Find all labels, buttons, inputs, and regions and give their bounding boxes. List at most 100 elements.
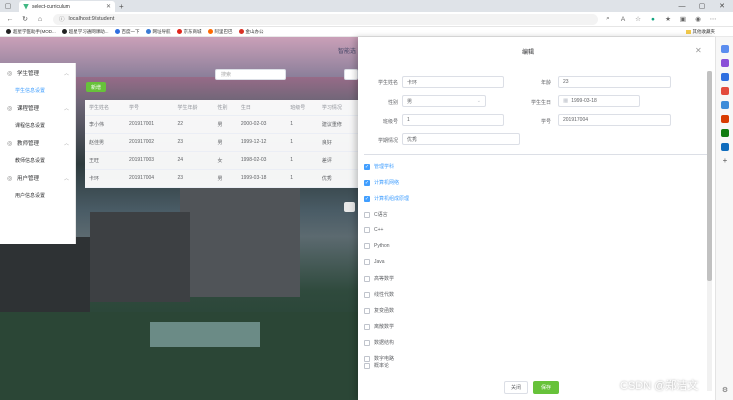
course-checkbox[interactable]: 复变函数 bbox=[364, 307, 394, 314]
table-cell: 23 bbox=[173, 133, 214, 152]
search-page-icon[interactable]: ⌕ bbox=[603, 15, 613, 23]
favorites-icon[interactable]: ★ bbox=[663, 15, 673, 23]
window-close-button[interactable]: ✕ bbox=[712, 0, 732, 12]
search-icon[interactable] bbox=[721, 45, 729, 53]
minimize-button[interactable]: — bbox=[672, 0, 692, 12]
course-checkbox[interactable]: 离散数学 bbox=[364, 323, 394, 330]
checkbox-icon bbox=[364, 362, 370, 369]
home-icon[interactable]: ⌂ bbox=[35, 16, 45, 23]
table-row[interactable]: 李小伟 201917001 22 男 2000-02-03 1 建议重修 bbox=[85, 115, 358, 134]
back-icon[interactable]: ← bbox=[5, 16, 15, 23]
name-label: 学生姓名 bbox=[377, 80, 398, 86]
horizontal-scroll-handle[interactable] bbox=[344, 202, 355, 212]
course-checkbox[interactable]: 线性代数 bbox=[364, 291, 394, 298]
course-checkbox[interactable]: ✓ 计算机网络 bbox=[364, 179, 399, 186]
add-button[interactable]: 新增 bbox=[86, 82, 106, 92]
chevron-up-icon: ︿ bbox=[63, 70, 69, 77]
study-field[interactable]: 优秀 bbox=[402, 133, 520, 145]
menu-group-user[interactable]: ◎ 用户管理 ︿ bbox=[0, 172, 75, 184]
menu-item-teacher-info[interactable]: 教师信息设置 bbox=[0, 149, 75, 172]
send-icon[interactable] bbox=[721, 143, 729, 151]
course-checkbox[interactable]: C++ bbox=[364, 227, 383, 233]
course-checkbox[interactable]: 数字电路 bbox=[364, 355, 394, 362]
cancel-button[interactable]: 关闭 bbox=[504, 381, 528, 394]
checkbox-checked-icon: ✓ bbox=[364, 163, 370, 170]
games-icon[interactable] bbox=[721, 101, 729, 109]
extension-icon[interactable]: ● bbox=[648, 16, 658, 23]
browser-tab[interactable]: select-curriculum ✕ bbox=[19, 1, 115, 12]
bookmark-item[interactable]: 阿里巴巴 bbox=[207, 29, 233, 35]
birthday-value: 1999-03-18 bbox=[571, 98, 597, 104]
bookmark-item[interactable]: 京东商城 bbox=[176, 29, 202, 35]
url-field[interactable]: ⓘ localhost:9/student bbox=[53, 13, 598, 25]
drawer-title: 编辑 bbox=[521, 50, 534, 56]
checkbox-checked-icon: ✓ bbox=[364, 179, 370, 186]
browser-tab-bar: ▢ select-curriculum ✕ + — ▢ ✕ bbox=[0, 0, 733, 12]
settings-more-icon[interactable]: ⋯ bbox=[708, 15, 718, 23]
course-checkbox[interactable]: 高等数学 bbox=[364, 275, 394, 282]
refresh-icon[interactable]: ↻ bbox=[20, 15, 30, 23]
menu-item-course-info[interactable]: 课程信息设置 bbox=[0, 114, 75, 137]
add-icon[interactable]: + bbox=[721, 157, 729, 165]
course-checkbox[interactable]: Python bbox=[364, 243, 390, 249]
course-checkbox[interactable]: C语言 bbox=[364, 211, 388, 218]
course-checkbox[interactable]: 概率论 bbox=[364, 362, 389, 369]
gender-select[interactable]: 男 ⌄ bbox=[402, 95, 486, 107]
bookmark-item[interactable]: 网址导航 bbox=[145, 29, 171, 35]
favorite-star-icon[interactable]: ☆ bbox=[633, 15, 643, 23]
chevron-up-icon: ︿ bbox=[63, 105, 69, 112]
table-cell: 男 bbox=[213, 133, 237, 152]
sid-field[interactable]: 201917004 bbox=[558, 114, 671, 126]
search-input[interactable]: 搜索 bbox=[215, 69, 286, 80]
name-field[interactable]: 卡环 bbox=[402, 76, 504, 88]
table-row[interactable]: 卡环 201917004 23 男 1999-03-18 1 优秀 bbox=[85, 169, 358, 188]
menu-item-student-info[interactable]: 学生信息设置 bbox=[0, 79, 75, 102]
bookmark-item[interactable]: 超星学习通网课助... bbox=[61, 29, 109, 35]
table-cell: 赵佳男 bbox=[85, 133, 126, 152]
checkbox-icon bbox=[364, 355, 370, 362]
table-row[interactable]: 王旺 201917003 24 女 1998-02-03 1 差评 bbox=[85, 151, 358, 170]
drawer-close-icon[interactable]: ✕ bbox=[695, 46, 702, 55]
bookmark-item[interactable]: 金山办公 bbox=[238, 29, 264, 35]
table-cell: 24 bbox=[173, 151, 214, 170]
tab-close-icon[interactable]: ✕ bbox=[106, 3, 111, 10]
course-checkbox[interactable]: Java bbox=[364, 259, 385, 265]
menu-item-user-info[interactable]: 用户信息设置 bbox=[0, 184, 75, 207]
other-bookmarks[interactable]: 其他收藏夹 bbox=[685, 29, 715, 35]
table-cell: 差评 bbox=[317, 151, 358, 170]
bookmark-item[interactable]: 百度一下 bbox=[114, 29, 140, 35]
search-button[interactable] bbox=[344, 69, 358, 80]
info-icon: ⓘ bbox=[59, 17, 65, 23]
course-checkbox[interactable]: 数据结构 bbox=[364, 339, 394, 346]
menu-group-student[interactable]: ◎ 学生管理 ︿ bbox=[0, 67, 75, 79]
tab-title: select-curriculum bbox=[32, 3, 70, 10]
profile-icon[interactable]: ◉ bbox=[693, 15, 703, 23]
bookmark-item[interactable]: 超星学医助手(MOD... bbox=[6, 29, 56, 35]
save-button[interactable]: 保存 bbox=[533, 381, 559, 394]
new-tab-button[interactable]: + bbox=[119, 2, 124, 11]
table-cell: 女 bbox=[213, 151, 237, 170]
class-label: 班级号 bbox=[382, 119, 398, 125]
shopping-icon[interactable] bbox=[721, 73, 729, 81]
copilot-icon[interactable] bbox=[721, 59, 729, 67]
scrollbar-thumb[interactable] bbox=[707, 71, 712, 281]
course-checkbox[interactable]: ✓ 计算机组成原理 bbox=[364, 195, 409, 202]
office-icon[interactable] bbox=[721, 115, 729, 123]
class-field[interactable]: 1 bbox=[402, 114, 504, 126]
outlook-icon[interactable] bbox=[721, 129, 729, 137]
birthday-picker[interactable]: ▦ 1999-03-18 bbox=[558, 95, 640, 107]
settings-gear-icon[interactable]: ⚙ bbox=[721, 387, 729, 395]
menu-group-teacher[interactable]: ◎ 教师管理 ︿ bbox=[0, 137, 75, 149]
table-row[interactable]: 赵佳男 201917002 23 男 1999-12-12 1 良好 bbox=[85, 133, 358, 152]
course-checkbox[interactable]: ✓ 管理学科 bbox=[364, 163, 394, 170]
collections-icon[interactable]: ▣ bbox=[678, 15, 688, 23]
tools-icon[interactable] bbox=[721, 87, 729, 95]
maximize-button[interactable]: ▢ bbox=[692, 0, 712, 12]
read-aloud-icon[interactable]: A bbox=[618, 16, 628, 23]
age-field[interactable]: 23 bbox=[558, 76, 671, 88]
drawer-scrollbar[interactable] bbox=[707, 71, 712, 391]
window-menu-icon[interactable]: ▢ bbox=[3, 1, 13, 11]
bookmark-icon bbox=[61, 29, 67, 34]
menu-group-course[interactable]: ◎ 课程管理 ︿ bbox=[0, 102, 75, 114]
checkbox-icon bbox=[364, 291, 370, 298]
